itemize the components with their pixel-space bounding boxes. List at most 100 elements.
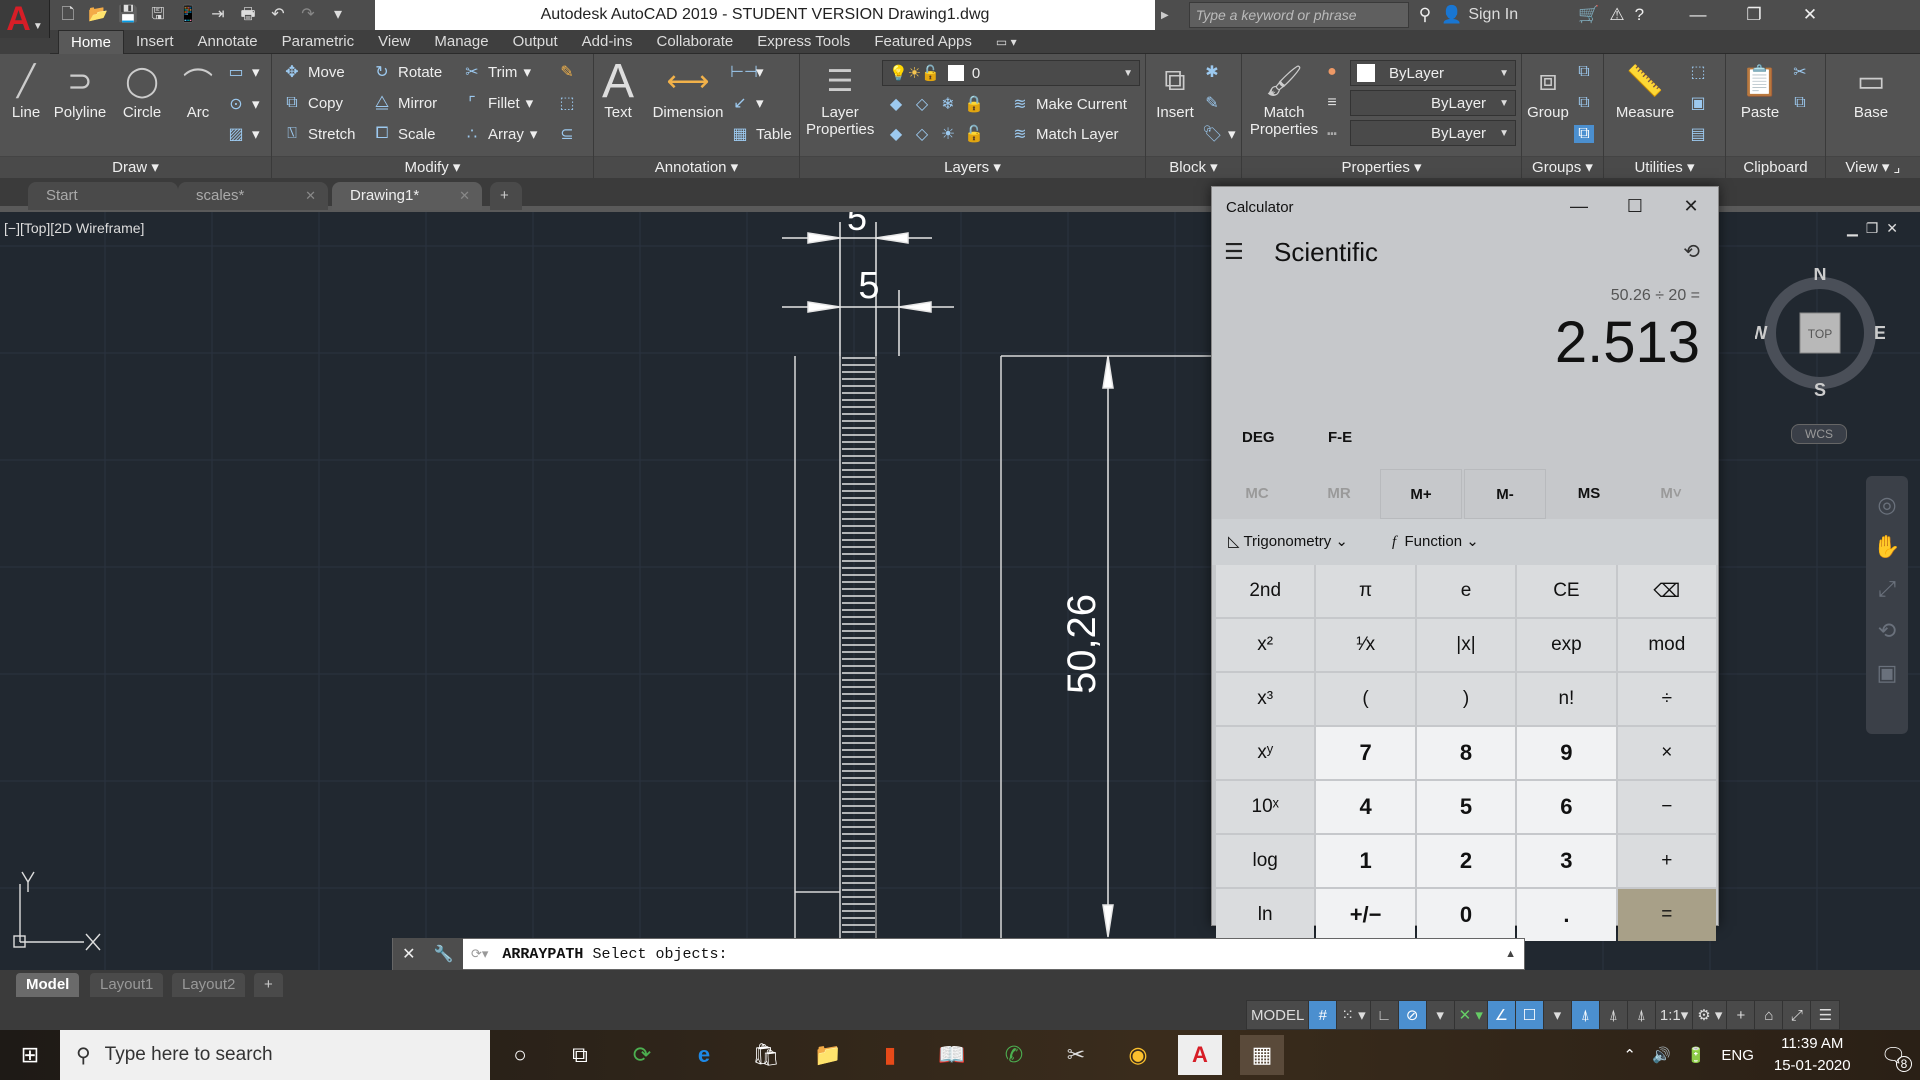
help-icon[interactable]: ? xyxy=(1635,5,1644,25)
layer-unlock-icon[interactable]: 🔓 xyxy=(964,124,984,144)
calc-key[interactable]: 1 xyxy=(1316,835,1415,887)
rotate-button[interactable]: ↻ Rotate xyxy=(372,60,442,84)
function-dropdown[interactable]: f Function ⌄ xyxy=(1392,532,1479,551)
command-line[interactable]: ✕ 🔧 ⟳▾ ARRAYPATH Select objects: ▲ xyxy=(392,938,1525,970)
dimension-button[interactable]: ⟷ Dimension xyxy=(650,58,726,122)
create-block-button[interactable]: ✱ xyxy=(1202,60,1222,84)
group-edit-button[interactable]: ⧉ xyxy=(1574,91,1594,115)
layer-off-icon[interactable]: ◇ xyxy=(912,94,932,114)
isometric-drafting-icon[interactable]: ✕ ▾ xyxy=(1455,1001,1488,1029)
open-web-icon[interactable]: 📱 xyxy=(178,6,198,24)
reader-app-icon[interactable]: 📖 xyxy=(930,1035,974,1075)
tab-featured-apps[interactable]: Featured Apps xyxy=(862,30,984,54)
ortho-toggle-icon[interactable]: ∟ xyxy=(1371,1001,1399,1029)
tab-manage[interactable]: Manage xyxy=(422,30,500,54)
calc-key[interactable]: x³ xyxy=(1216,673,1315,725)
stretch-button[interactable]: ⍂ Stretch xyxy=(282,122,355,146)
tab-insert[interactable]: Insert xyxy=(124,30,186,54)
store-icon[interactable]: 🛍 xyxy=(744,1035,788,1075)
clipboard-panel-title[interactable]: Clipboard xyxy=(1726,156,1825,178)
task-view-icon[interactable]: ⧉ xyxy=(558,1035,602,1075)
calc-key[interactable]: 0 xyxy=(1416,889,1516,941)
show-hidden-icons[interactable]: ⌃ xyxy=(1623,1046,1636,1064)
zoom-extents-icon[interactable]: ⤢ xyxy=(1866,568,1908,610)
customize-qat-icon[interactable]: ▾ xyxy=(328,6,348,24)
volume-icon[interactable]: 🔊 xyxy=(1652,1046,1671,1064)
utilities-panel-title[interactable]: Utilities ▾ xyxy=(1604,156,1725,178)
trim-button[interactable]: ✂ Trim ▾ xyxy=(462,60,531,84)
calc-key[interactable]: . xyxy=(1517,889,1616,941)
calc-key[interactable]: xʸ xyxy=(1216,727,1315,779)
minimize-button[interactable]: — xyxy=(1670,0,1726,30)
calc-key[interactable]: ⌫ xyxy=(1617,565,1716,617)
plot-icon[interactable]: 🖶 xyxy=(238,6,258,24)
ellipse-button[interactable]: ⊙ ▾ xyxy=(226,92,259,116)
mr-button[interactable]: MR xyxy=(1298,469,1380,519)
layout-tab-layout1[interactable]: Layout1 xyxy=(90,973,164,997)
cmd-close-icon[interactable]: ✕ xyxy=(402,944,415,964)
close-tab-icon[interactable]: ✕ xyxy=(305,182,316,210)
match-layer-button[interactable]: ≋ Match Layer xyxy=(1010,122,1118,146)
trigonometry-dropdown[interactable]: ◺ Trigonometry ⌄ xyxy=(1228,532,1348,550)
properties-panel-title[interactable]: Properties ▾ xyxy=(1242,156,1521,178)
groups-panel-title[interactable]: Groups ▾ xyxy=(1522,156,1603,178)
restore-button[interactable]: ❐ xyxy=(1726,0,1782,30)
calc-key[interactable]: ÷ xyxy=(1617,673,1716,725)
object-snap-icon[interactable]: ☐ xyxy=(1515,1001,1544,1029)
explode-button[interactable]: ⬚ xyxy=(557,91,577,115)
calc-key[interactable]: 2nd xyxy=(1216,565,1315,617)
m-plus-button[interactable]: M+ xyxy=(1380,469,1462,519)
layer-walk-icon[interactable]: ◇ xyxy=(912,124,932,144)
fillet-button[interactable]: ⌜ Fillet ▾ xyxy=(462,91,533,115)
customization-menu-icon[interactable]: ☰ xyxy=(1811,1001,1839,1029)
whatsapp-icon[interactable]: ✆ xyxy=(992,1035,1036,1075)
redo-icon[interactable]: ↷ xyxy=(298,6,318,24)
sync-app-icon[interactable]: ⟳ xyxy=(620,1035,664,1075)
mc-button[interactable]: MC xyxy=(1216,469,1298,519)
layer-dropdown[interactable]: 💡☀🔓 0 ▼ xyxy=(882,60,1140,86)
calc-key[interactable]: 6 xyxy=(1517,781,1616,833)
annotation-scale-dropdown[interactable]: 1:1 ▾ xyxy=(1656,1001,1694,1029)
copy-clip-button[interactable]: ⧉ xyxy=(1790,91,1810,115)
calc-maximize-button[interactable]: ☐ xyxy=(1610,191,1660,221)
compass-west[interactable]: W xyxy=(1755,323,1768,343)
calc-key[interactable]: ¹⁄x xyxy=(1316,619,1415,671)
polar-tracking-icon[interactable]: ⊘ xyxy=(1398,1001,1427,1029)
calc-key[interactable]: 5 xyxy=(1416,781,1516,833)
calc-key[interactable]: 7 xyxy=(1316,727,1415,779)
calculator-taskbar-icon[interactable]: ▦ xyxy=(1240,1035,1284,1075)
angle-unit-button[interactable]: DEG xyxy=(1242,429,1275,446)
snipping-tool-icon[interactable]: ✂ xyxy=(1054,1035,1098,1075)
application-menu-button[interactable]: A ▼ xyxy=(0,0,50,38)
block-attribute-button[interactable]: 🏷 ▾ xyxy=(1202,122,1236,146)
lineweight-dropdown[interactable]: ByLayer ▼ xyxy=(1350,120,1516,146)
draw-panel-title[interactable]: Draw ▾ xyxy=(0,156,271,178)
erase-button[interactable]: ✎ xyxy=(557,60,577,84)
viewcube[interactable]: TOP N S E W xyxy=(1755,268,1885,398)
match-properties-button[interactable]: 🖌 Match Properties xyxy=(1246,58,1322,139)
file-explorer-icon[interactable]: 📁 xyxy=(806,1035,850,1075)
undo-icon[interactable]: ↶ xyxy=(268,6,288,24)
keyword-search-input[interactable]: Type a keyword or phrase xyxy=(1188,2,1409,28)
calc-key[interactable]: log xyxy=(1216,835,1315,887)
tab-express-tools[interactable]: Express Tools xyxy=(745,30,862,54)
file-tab-scales[interactable]: scales* ✕ xyxy=(178,182,328,210)
add-layout-button[interactable]: + xyxy=(254,973,283,997)
annotation-panel-title[interactable]: Annotation ▾ xyxy=(594,156,799,178)
ms-button[interactable]: MS xyxy=(1548,469,1630,519)
close-tab-icon[interactable]: ✕ xyxy=(459,182,470,210)
compass-south[interactable]: S xyxy=(1814,380,1826,398)
layer-lock-icon[interactable]: 🔒 xyxy=(964,94,984,114)
layer-thaw-icon[interactable]: ☀ xyxy=(938,124,958,144)
calc-key[interactable]: n! xyxy=(1517,673,1616,725)
pdf-app-icon[interactable]: ▮ xyxy=(868,1035,912,1075)
annotation-scale-icon[interactable]: ⍋ xyxy=(1628,1001,1656,1029)
edit-block-button[interactable]: ✎ xyxy=(1202,91,1222,115)
calc-key[interactable]: = xyxy=(1617,889,1716,941)
tab-parametric[interactable]: Parametric xyxy=(270,30,367,54)
open-file-icon[interactable]: 📂 xyxy=(88,6,108,24)
modify-panel-title[interactable]: Modify ▾ xyxy=(272,156,593,178)
insert-button[interactable]: ⧉ Insert xyxy=(1150,58,1200,121)
chrome-icon[interactable]: ◉ xyxy=(1116,1035,1160,1075)
orbit-icon[interactable]: ⟲ xyxy=(1866,610,1908,652)
